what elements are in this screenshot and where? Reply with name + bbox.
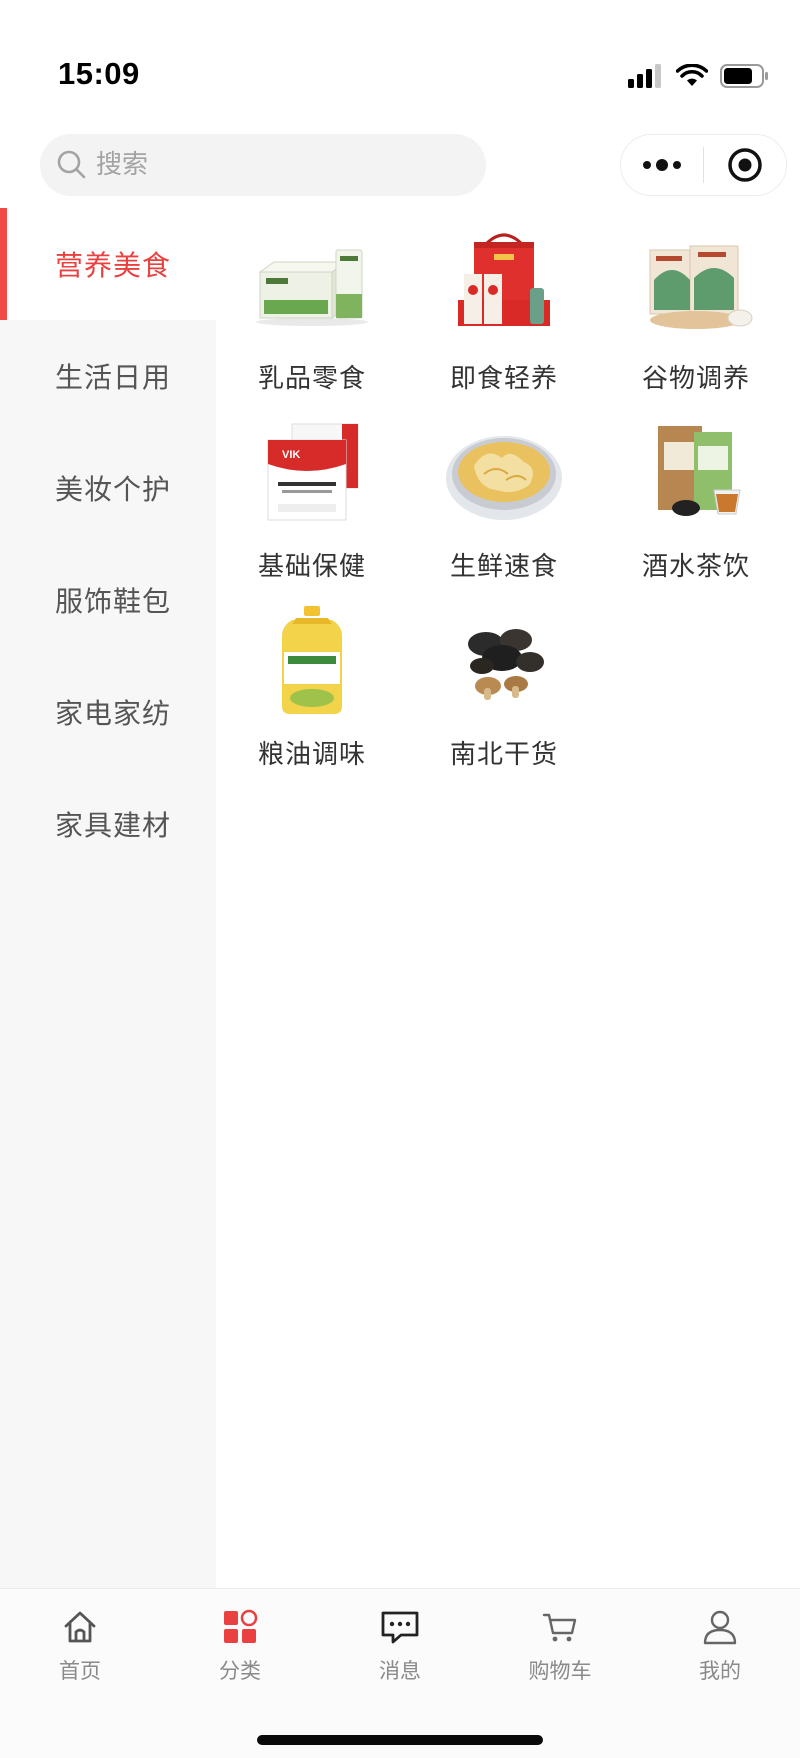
category-label: 生鲜速食 [449,552,558,582]
mini-program-capsule [620,134,787,196]
status-time: 15:09 [58,56,140,91]
grain-nutrition-image [649,245,753,329]
bottom-tab-bar: 首页 分类 消息 购物车 我的 [0,1588,800,1758]
tab-label: 购物车 [528,1659,592,1683]
category-label: 谷物调养 [641,364,750,394]
close-mini-program-button[interactable] [704,135,786,195]
signal-icon [628,64,661,88]
sidebar-item-label: 美妆个护 [55,473,172,506]
target-icon [728,148,762,182]
more-dots-icon [643,159,681,171]
tab-category[interactable]: 分类 [180,1607,300,1685]
category-label: 乳品零食 [257,364,366,394]
instant-nutrition-image [458,233,550,326]
sidebar-item-apparel[interactable]: 服饰鞋包 [0,544,216,656]
category-label: 即食轻养 [449,364,558,394]
message-icon [381,1611,419,1644]
category-item-basic-health[interactable]: VIK 基础保健 [232,418,392,583]
fresh-food-image [446,436,562,520]
wifi-icon [676,64,708,86]
battery-icon [720,64,768,88]
tab-messages[interactable]: 消息 [340,1607,460,1685]
sidebar-item-beauty-care[interactable]: 美妆个护 [0,432,216,544]
category-item-instant-nutrition[interactable]: 即食轻养 [424,230,584,395]
sidebar-item-daily-use[interactable]: 生活日用 [0,320,216,432]
sidebar-item-label: 家具建材 [55,809,172,842]
sidebar-item-label: 家电家纺 [55,697,172,730]
status-icons [628,64,770,88]
tab-cart[interactable]: 购物车 [500,1607,620,1685]
search-icon [57,150,86,179]
user-icon [703,1610,737,1645]
sidebar-item-nutrition-food[interactable]: 营养美食 [0,208,216,320]
category-item-fresh-food[interactable]: 生鲜速食 [424,418,584,583]
tab-profile[interactable]: 我的 [660,1607,780,1685]
category-item-grain-nutrition[interactable]: 谷物调养 [616,230,776,395]
home-icon [64,1611,96,1643]
sidebar-item-appliances[interactable]: 家电家纺 [0,656,216,768]
category-label: 酒水茶饮 [641,552,750,582]
cart-icon [542,1613,577,1642]
category-item-drinks-tea[interactable]: 酒水茶饮 [616,418,776,583]
tab-label: 分类 [219,1659,261,1683]
grain-oil-image [282,606,342,714]
tab-label: 我的 [699,1659,741,1683]
search-input[interactable] [96,150,456,180]
dairy-snacks-image [256,249,368,326]
category-label: 基础保健 [257,552,366,582]
tab-label: 首页 [59,1659,101,1683]
home-indicator[interactable] [257,1735,543,1745]
status-bar: 15:09 [0,0,800,120]
sidebar-item-furniture[interactable]: 家具建材 [0,768,216,880]
category-item-dairy-snacks[interactable]: 乳品零食 [232,230,392,395]
sidebar-item-label: 服饰鞋包 [55,585,172,618]
category-item-dried-goods[interactable]: 南北干货 [424,606,584,771]
search-bar[interactable] [40,134,486,196]
sidebar-item-label: 营养美食 [55,249,172,282]
category-sidebar: 营养美食 生活日用 美妆个护 服饰鞋包 家电家纺 家具建材 [0,208,216,1588]
dried-goods-image [468,629,544,700]
sidebar-item-label: 生活日用 [55,361,172,394]
drinks-tea-image [658,426,741,516]
more-button[interactable] [621,135,703,195]
category-label: 南北干货 [449,740,558,770]
basic-health-image: VIK [267,423,359,521]
category-item-grain-oil[interactable]: 粮油调味 [232,606,392,771]
tab-label: 消息 [379,1659,421,1683]
category-label: 粮油调味 [257,740,366,770]
svg-text:VIK: VIK [282,449,300,461]
category-icon [224,1609,258,1643]
tab-home[interactable]: 首页 [20,1607,140,1685]
